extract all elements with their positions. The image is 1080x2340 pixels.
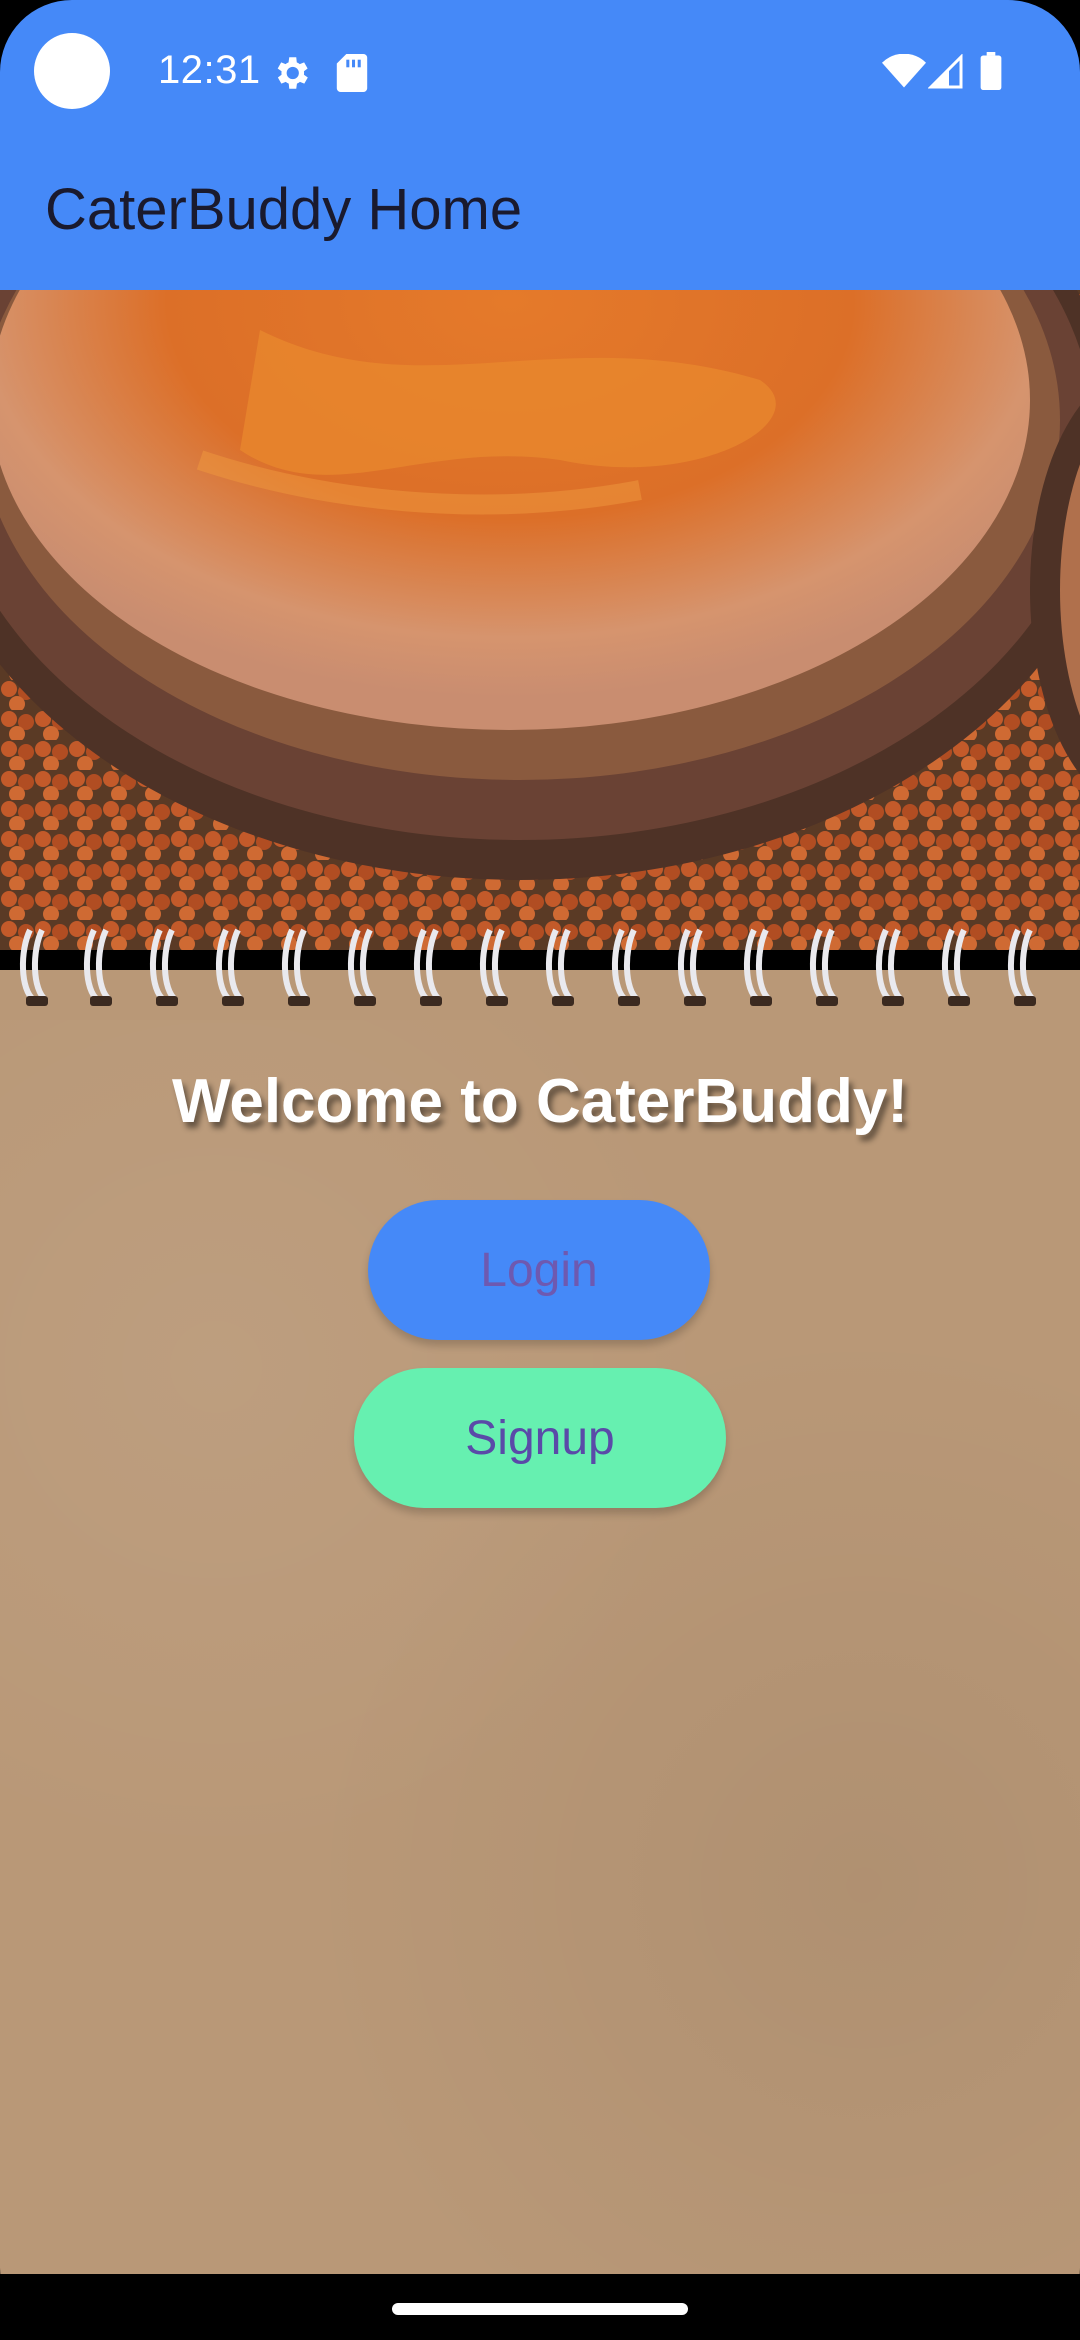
sd-card-icon xyxy=(336,54,368,92)
welcome-title: Welcome to CaterBuddy! xyxy=(171,1067,909,1136)
header: 12:31 CaterBuddy Home xyxy=(0,0,1080,290)
battery-icon xyxy=(980,52,1002,90)
wifi-icon xyxy=(882,54,926,88)
camera-cutout xyxy=(34,33,110,109)
status-bar: 12:31 xyxy=(0,0,1080,145)
notebook-background xyxy=(0,978,1080,2274)
spiral-binding xyxy=(0,928,1080,1020)
status-time: 12:31 xyxy=(158,48,261,92)
signal-icon xyxy=(928,54,963,89)
login-button[interactable]: Login xyxy=(368,1200,710,1340)
settings-icon xyxy=(277,57,308,89)
soup-bowl-image xyxy=(0,290,1080,950)
signup-button[interactable]: Signup xyxy=(354,1368,726,1508)
app-bar-title: CaterBuddy Home xyxy=(45,177,523,242)
home-gesture-handle[interactable] xyxy=(392,2303,688,2315)
content-area: Welcome to CaterBuddy! Login Signup xyxy=(0,290,1080,2274)
phone-screen: 12:31 CaterBuddy Home Welcome to CaterBu… xyxy=(0,0,1080,2340)
